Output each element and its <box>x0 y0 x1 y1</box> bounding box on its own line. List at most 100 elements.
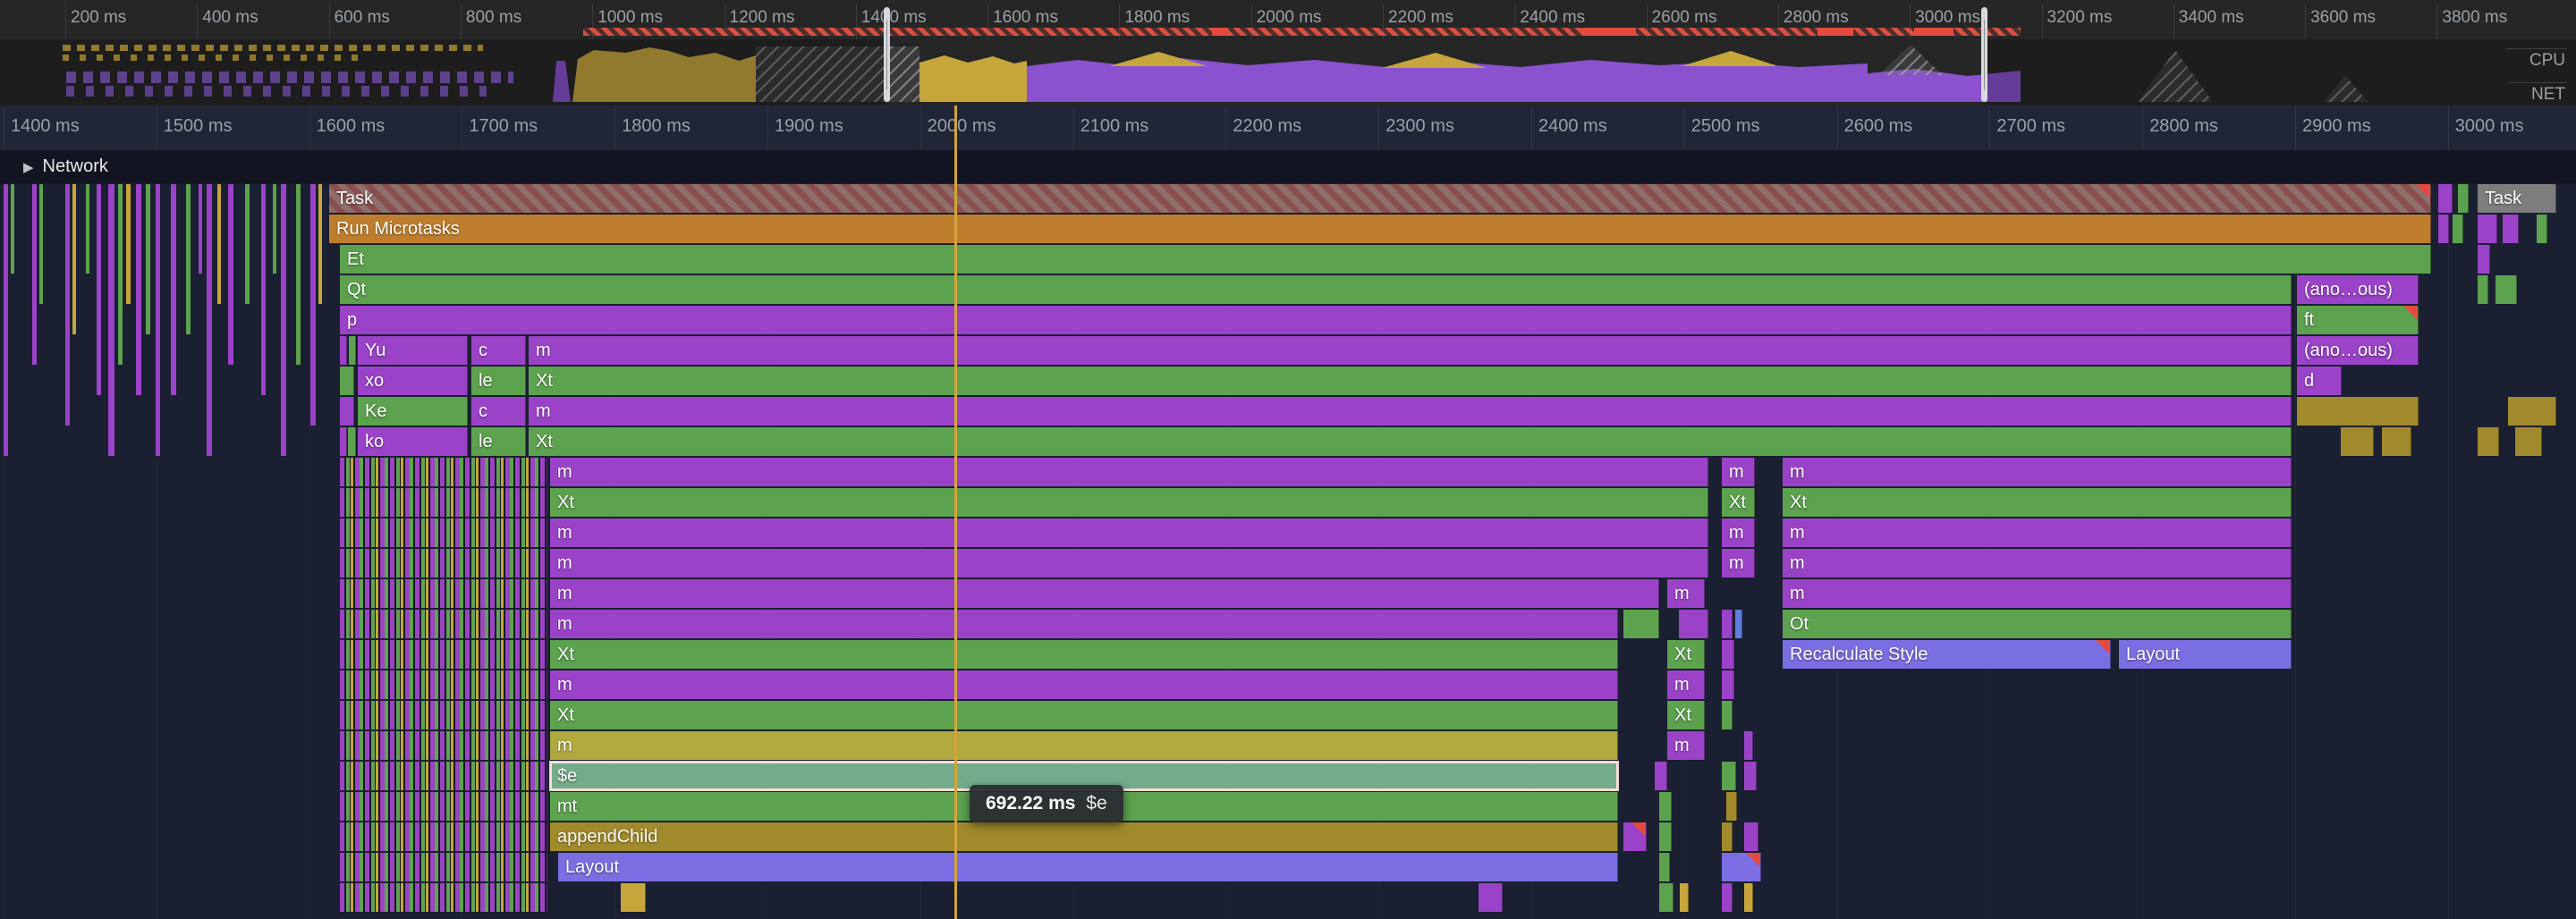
minor-calls-texture[interactable] <box>340 519 547 547</box>
flame-bar-m[interactable]: m <box>1667 731 1705 760</box>
minor-task-column[interactable] <box>207 184 212 456</box>
flame-bar-m[interactable]: m <box>550 549 1708 578</box>
flame-bar-d[interactable]: d <box>2297 367 2342 395</box>
flame-bar-ko[interactable]: ko <box>358 427 468 456</box>
minor-task-column[interactable] <box>118 184 123 365</box>
flame-bar[interactable] <box>1722 822 1733 851</box>
minor-task-column[interactable] <box>4 184 8 456</box>
flame-bar[interactable] <box>349 336 356 365</box>
flame-bar[interactable] <box>1722 610 1733 638</box>
flame-bar[interactable] <box>2341 427 2374 456</box>
flame-bar-ke[interactable]: Ke <box>358 397 468 426</box>
flame-bar-ot[interactable]: Ot <box>1783 610 2292 638</box>
flame-bar-ft[interactable]: ft <box>2297 306 2419 334</box>
flame-bar-le[interactable]: le <box>471 427 526 456</box>
flame-bar[interactable] <box>2478 245 2490 274</box>
flame-bar-m[interactable]: m <box>1783 519 2292 547</box>
flame-bar[interactable] <box>340 397 354 426</box>
network-track-header[interactable]: ▶Network <box>0 150 2576 184</box>
flame-bar[interactable] <box>1679 610 1708 638</box>
flame-bar[interactable] <box>2438 184 2453 213</box>
minor-calls-texture[interactable] <box>340 488 547 517</box>
minor-task-column[interactable] <box>186 184 191 334</box>
minor-task-column[interactable] <box>32 184 37 365</box>
flame-bar[interactable] <box>1722 762 1736 790</box>
flame-bar-xo[interactable]: xo <box>358 367 468 395</box>
minor-task-column[interactable] <box>245 184 250 304</box>
detail-time-ruler[interactable]: 1400 ms1500 ms1600 ms1700 ms1800 ms1900 … <box>0 105 2576 151</box>
flame-bar-xt[interactable]: Xt <box>550 701 1618 729</box>
flame-bar[interactable] <box>1722 853 1761 881</box>
flame-bar-task[interactable]: Task <box>2478 184 2556 213</box>
overview-time-ruler[interactable]: 200 ms400 ms600 ms800 ms1000 ms1200 ms14… <box>0 0 2576 40</box>
minor-task-column[interactable] <box>126 184 131 304</box>
flame-bar[interactable] <box>1722 701 1733 729</box>
flame-bar-m[interactable]: m <box>550 458 1708 486</box>
flame-bar-m[interactable]: m <box>1667 579 1705 608</box>
flame-bar-qt[interactable]: Qt <box>340 275 2292 304</box>
minor-task-column[interactable] <box>39 184 43 304</box>
minor-calls-texture[interactable] <box>340 853 547 881</box>
flame-bar-m[interactable]: m <box>529 336 2292 365</box>
flame-bar-m[interactable]: m <box>550 579 1659 608</box>
minor-task-column[interactable] <box>296 184 301 365</box>
flame-bar-recalculate-style[interactable]: Recalculate Style <box>1783 640 2111 669</box>
flame-bar[interactable] <box>1680 883 1689 912</box>
minor-calls-texture[interactable] <box>340 883 547 912</box>
flame-bar[interactable] <box>1744 822 1758 851</box>
flame-bar-et[interactable]: Et <box>340 245 2431 274</box>
flame-bar[interactable] <box>2508 397 2556 426</box>
flame-bar[interactable] <box>1623 610 1659 638</box>
chevron-right-icon[interactable]: ▶ <box>23 151 34 184</box>
flame-bar[interactable] <box>1744 883 1753 912</box>
minor-task-column[interactable] <box>146 184 150 334</box>
overview-minimap[interactable] <box>0 39 2576 105</box>
flame-bar[interactable] <box>1659 853 1670 881</box>
flame-bar-m[interactable]: m <box>1783 579 2292 608</box>
flame-bar[interactable] <box>2478 275 2488 304</box>
flame-bar-m[interactable]: m <box>1722 549 1755 578</box>
flame-bar[interactable] <box>340 427 347 456</box>
flame-bar[interactable] <box>1659 822 1672 851</box>
flame-bar-p[interactable]: p <box>340 306 2292 334</box>
flame-bar[interactable] <box>2438 215 2449 243</box>
flame-bar-xt[interactable]: Xt <box>1667 640 1705 669</box>
minor-task-column[interactable] <box>310 184 316 426</box>
minor-task-column[interactable] <box>97 184 101 395</box>
minor-task-column[interactable] <box>217 184 221 304</box>
flame-bar[interactable] <box>1726 792 1737 821</box>
flame-bar-xt[interactable]: Xt <box>1667 701 1705 729</box>
minor-calls-texture[interactable] <box>340 792 547 821</box>
flame-bar-xt[interactable]: Xt <box>550 488 1708 517</box>
flame-bar-xt[interactable]: Xt <box>529 367 2292 395</box>
flame-bar-m[interactable]: m <box>529 397 2292 426</box>
flame-bar[interactable] <box>1722 883 1733 912</box>
minor-calls-texture[interactable] <box>340 670 547 699</box>
flame-bar[interactable] <box>1735 610 1742 638</box>
minor-task-column[interactable] <box>156 184 160 456</box>
flame-bar-m[interactable]: m <box>550 610 1618 638</box>
minor-calls-texture[interactable] <box>340 458 547 486</box>
flame-bar-ano-ous[interactable]: (ano…ous) <box>2297 275 2419 304</box>
minor-task-column[interactable] <box>136 184 141 395</box>
flame-bar[interactable] <box>340 336 347 365</box>
flame-bar[interactable] <box>1744 731 1753 760</box>
minor-task-column[interactable] <box>281 184 286 456</box>
selection-handle-left[interactable] <box>884 7 890 102</box>
flame-bar[interactable] <box>2515 427 2542 456</box>
flame-bar-m[interactable]: m <box>550 731 1618 760</box>
minor-calls-texture[interactable] <box>340 640 547 669</box>
flame-bar[interactable] <box>2478 215 2497 243</box>
flame-bar-task[interactable]: Task <box>329 184 2431 213</box>
flame-bar[interactable] <box>1479 883 1503 912</box>
minor-task-column[interactable] <box>318 184 322 304</box>
flame-bar[interactable] <box>2297 397 2419 426</box>
flame-bar[interactable] <box>348 427 356 456</box>
flame-bar-m[interactable]: m <box>1722 458 1755 486</box>
selection-handle-right[interactable] <box>1981 7 1987 102</box>
minor-task-column[interactable] <box>65 184 70 426</box>
flame-bar-yu[interactable]: Yu <box>358 336 468 365</box>
flame-bar-layout[interactable]: Layout <box>2119 640 2292 669</box>
flame-bar[interactable] <box>340 367 354 395</box>
minor-calls-texture[interactable] <box>340 610 547 638</box>
